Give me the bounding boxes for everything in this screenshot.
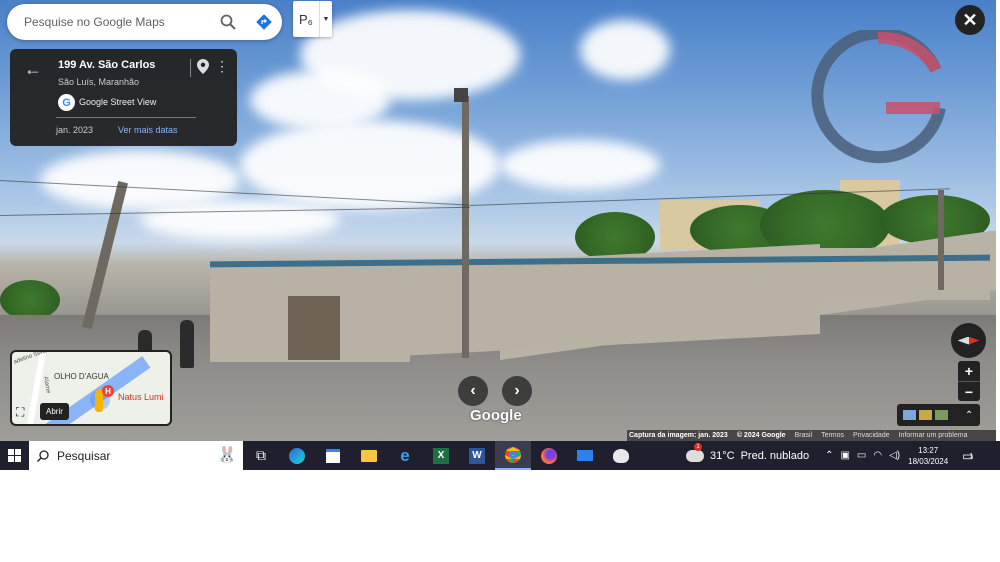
report-problem-link[interactable]: Informar um problema bbox=[899, 432, 968, 439]
nav-next-button[interactable]: › bbox=[502, 376, 532, 406]
compass-needle bbox=[957, 336, 980, 345]
weather-desc: Pred. nublado bbox=[740, 449, 810, 462]
utility-pole bbox=[938, 190, 944, 290]
thumbnail[interactable] bbox=[903, 410, 916, 420]
tree bbox=[0, 280, 60, 320]
volume-icon[interactable]: ◁) bbox=[889, 450, 900, 461]
notification-count: 1 bbox=[969, 452, 974, 460]
map-neighborhood-label: OLHO D'AGUA bbox=[54, 372, 109, 381]
directions-icon[interactable] bbox=[246, 4, 282, 40]
pedestrian bbox=[180, 320, 194, 368]
word-icon[interactable]: W bbox=[459, 441, 495, 470]
search-highlight-icon: 🐰 bbox=[217, 447, 237, 464]
zoom-control: + − bbox=[958, 361, 980, 401]
search-icon bbox=[37, 449, 49, 462]
task-view-icon[interactable]: ⧉ bbox=[243, 441, 279, 470]
windows-taskbar: Pesquisar 🐰 ⧉ e X W 1 31°C Pred. nublado… bbox=[0, 441, 1000, 470]
light-pole bbox=[462, 96, 469, 358]
edge-icon[interactable] bbox=[279, 441, 315, 470]
store-icon[interactable] bbox=[315, 441, 351, 470]
back-arrow-icon[interactable]: ← bbox=[24, 59, 42, 80]
chevron-up-icon[interactable]: ⌃ bbox=[825, 450, 833, 461]
divider bbox=[56, 117, 196, 118]
google-g-icon: G bbox=[58, 94, 75, 111]
cloud bbox=[140, 200, 340, 240]
copyright: © 2024 Google bbox=[736, 432, 786, 439]
zoom-in-button[interactable]: + bbox=[958, 361, 980, 381]
country-link[interactable]: Brasil bbox=[795, 432, 813, 439]
paint-icon[interactable] bbox=[603, 441, 639, 470]
chevron-down-icon[interactable]: ▼ bbox=[319, 1, 332, 37]
google-logo: Google bbox=[470, 407, 522, 424]
address-title: 199 Av. São Carlos bbox=[58, 59, 156, 71]
hospital-pin-icon[interactable]: H bbox=[102, 385, 114, 397]
clock-date: 18/03/2024 bbox=[908, 456, 949, 466]
city-subtitle: São Luís, Maranhão bbox=[58, 77, 140, 87]
windows-icon[interactable] bbox=[2, 441, 26, 470]
map-place-label[interactable]: Natus Lumi bbox=[118, 392, 164, 402]
service-label: Google Street View bbox=[79, 97, 157, 107]
expand-icon[interactable]: ⛶ bbox=[16, 405, 24, 420]
search-placeholder[interactable]: Pesquise no Google Maps bbox=[24, 15, 210, 29]
chevron-left-icon: ‹ bbox=[470, 382, 476, 399]
clock[interactable]: 13:27 18/03/2024 bbox=[908, 445, 948, 467]
zoom-out-button[interactable]: − bbox=[958, 382, 980, 402]
street-lamp bbox=[454, 88, 468, 102]
layers-button[interactable]: P₆ ▼ bbox=[293, 1, 332, 37]
chevron-up-icon[interactable]: ⌃ bbox=[965, 410, 973, 421]
screen: Pesquise no Google Maps P₆ ▼ ✕ ← 199 Av.… bbox=[0, 0, 1000, 562]
pin-icon[interactable] bbox=[197, 59, 209, 79]
cloud bbox=[580, 20, 670, 80]
chevron-right-icon: › bbox=[514, 382, 520, 399]
open-tooltip: Abrir bbox=[40, 403, 69, 420]
mail-icon[interactable] bbox=[567, 441, 603, 470]
map-street-label: Alame bbox=[42, 376, 51, 394]
notification-icon[interactable]: ▭ 1 bbox=[962, 449, 973, 463]
location-info-card: ← 199 Av. São Carlos São Luís, Maranhão … bbox=[10, 49, 237, 146]
close-icon[interactable]: ✕ bbox=[955, 5, 985, 35]
cloud bbox=[240, 120, 500, 210]
ie-icon[interactable]: e bbox=[387, 441, 423, 470]
weather-temp: 31°C bbox=[710, 449, 735, 462]
more-icon[interactable]: ⋮ bbox=[215, 59, 229, 73]
mini-map[interactable]: adelino Silva Alame OLHO D'AGUA H Natus … bbox=[10, 350, 172, 426]
attribution-bar: Captura da imagem: jan. 2023 © 2024 Goog… bbox=[627, 430, 996, 441]
terms-link[interactable]: Termos bbox=[821, 432, 844, 439]
system-tray: ⌃ ▣ ▭ ◠ ◁) bbox=[825, 450, 900, 461]
layers-label: P₆ bbox=[299, 11, 313, 27]
compass-icon[interactable] bbox=[951, 323, 986, 358]
network-icon[interactable]: ◠ bbox=[873, 450, 882, 461]
weather-icon: 1 bbox=[686, 442, 704, 462]
capture-info: Captura da imagem: jan. 2023 bbox=[629, 432, 728, 439]
divider bbox=[190, 59, 191, 77]
thumbnail[interactable] bbox=[935, 410, 948, 420]
weather-widget[interactable]: 1 31°C Pred. nublado bbox=[686, 442, 810, 462]
privacy-link[interactable]: Privacidade bbox=[853, 432, 890, 439]
explorer-icon[interactable] bbox=[351, 441, 387, 470]
tray-app-icon[interactable]: ▣ bbox=[840, 450, 849, 461]
maps-search-box[interactable]: Pesquise no Google Maps bbox=[7, 4, 282, 40]
taskbar-search[interactable]: Pesquisar 🐰 bbox=[29, 441, 243, 470]
clock-time: 13:27 bbox=[918, 445, 939, 455]
excel-icon[interactable]: X bbox=[423, 441, 459, 470]
search-icon[interactable] bbox=[210, 4, 246, 40]
cloud bbox=[500, 140, 660, 190]
weather-badge: 1 bbox=[694, 442, 702, 451]
thumbnail[interactable] bbox=[919, 410, 932, 420]
taskbar-search-label: Pesquisar bbox=[57, 448, 111, 463]
chrome-icon[interactable] bbox=[495, 441, 531, 470]
gate bbox=[288, 296, 340, 360]
capture-date: jan. 2023 bbox=[56, 125, 94, 135]
firefox-icon[interactable] bbox=[531, 441, 567, 470]
watermark-logo bbox=[811, 30, 946, 164]
battery-icon[interactable]: ▭ bbox=[857, 450, 866, 461]
see-more-dates-link[interactable]: Ver mais datas bbox=[118, 125, 178, 135]
nav-prev-button[interactable]: ‹ bbox=[458, 376, 488, 406]
imagery-thumbnails[interactable]: ⌃ bbox=[897, 404, 980, 426]
